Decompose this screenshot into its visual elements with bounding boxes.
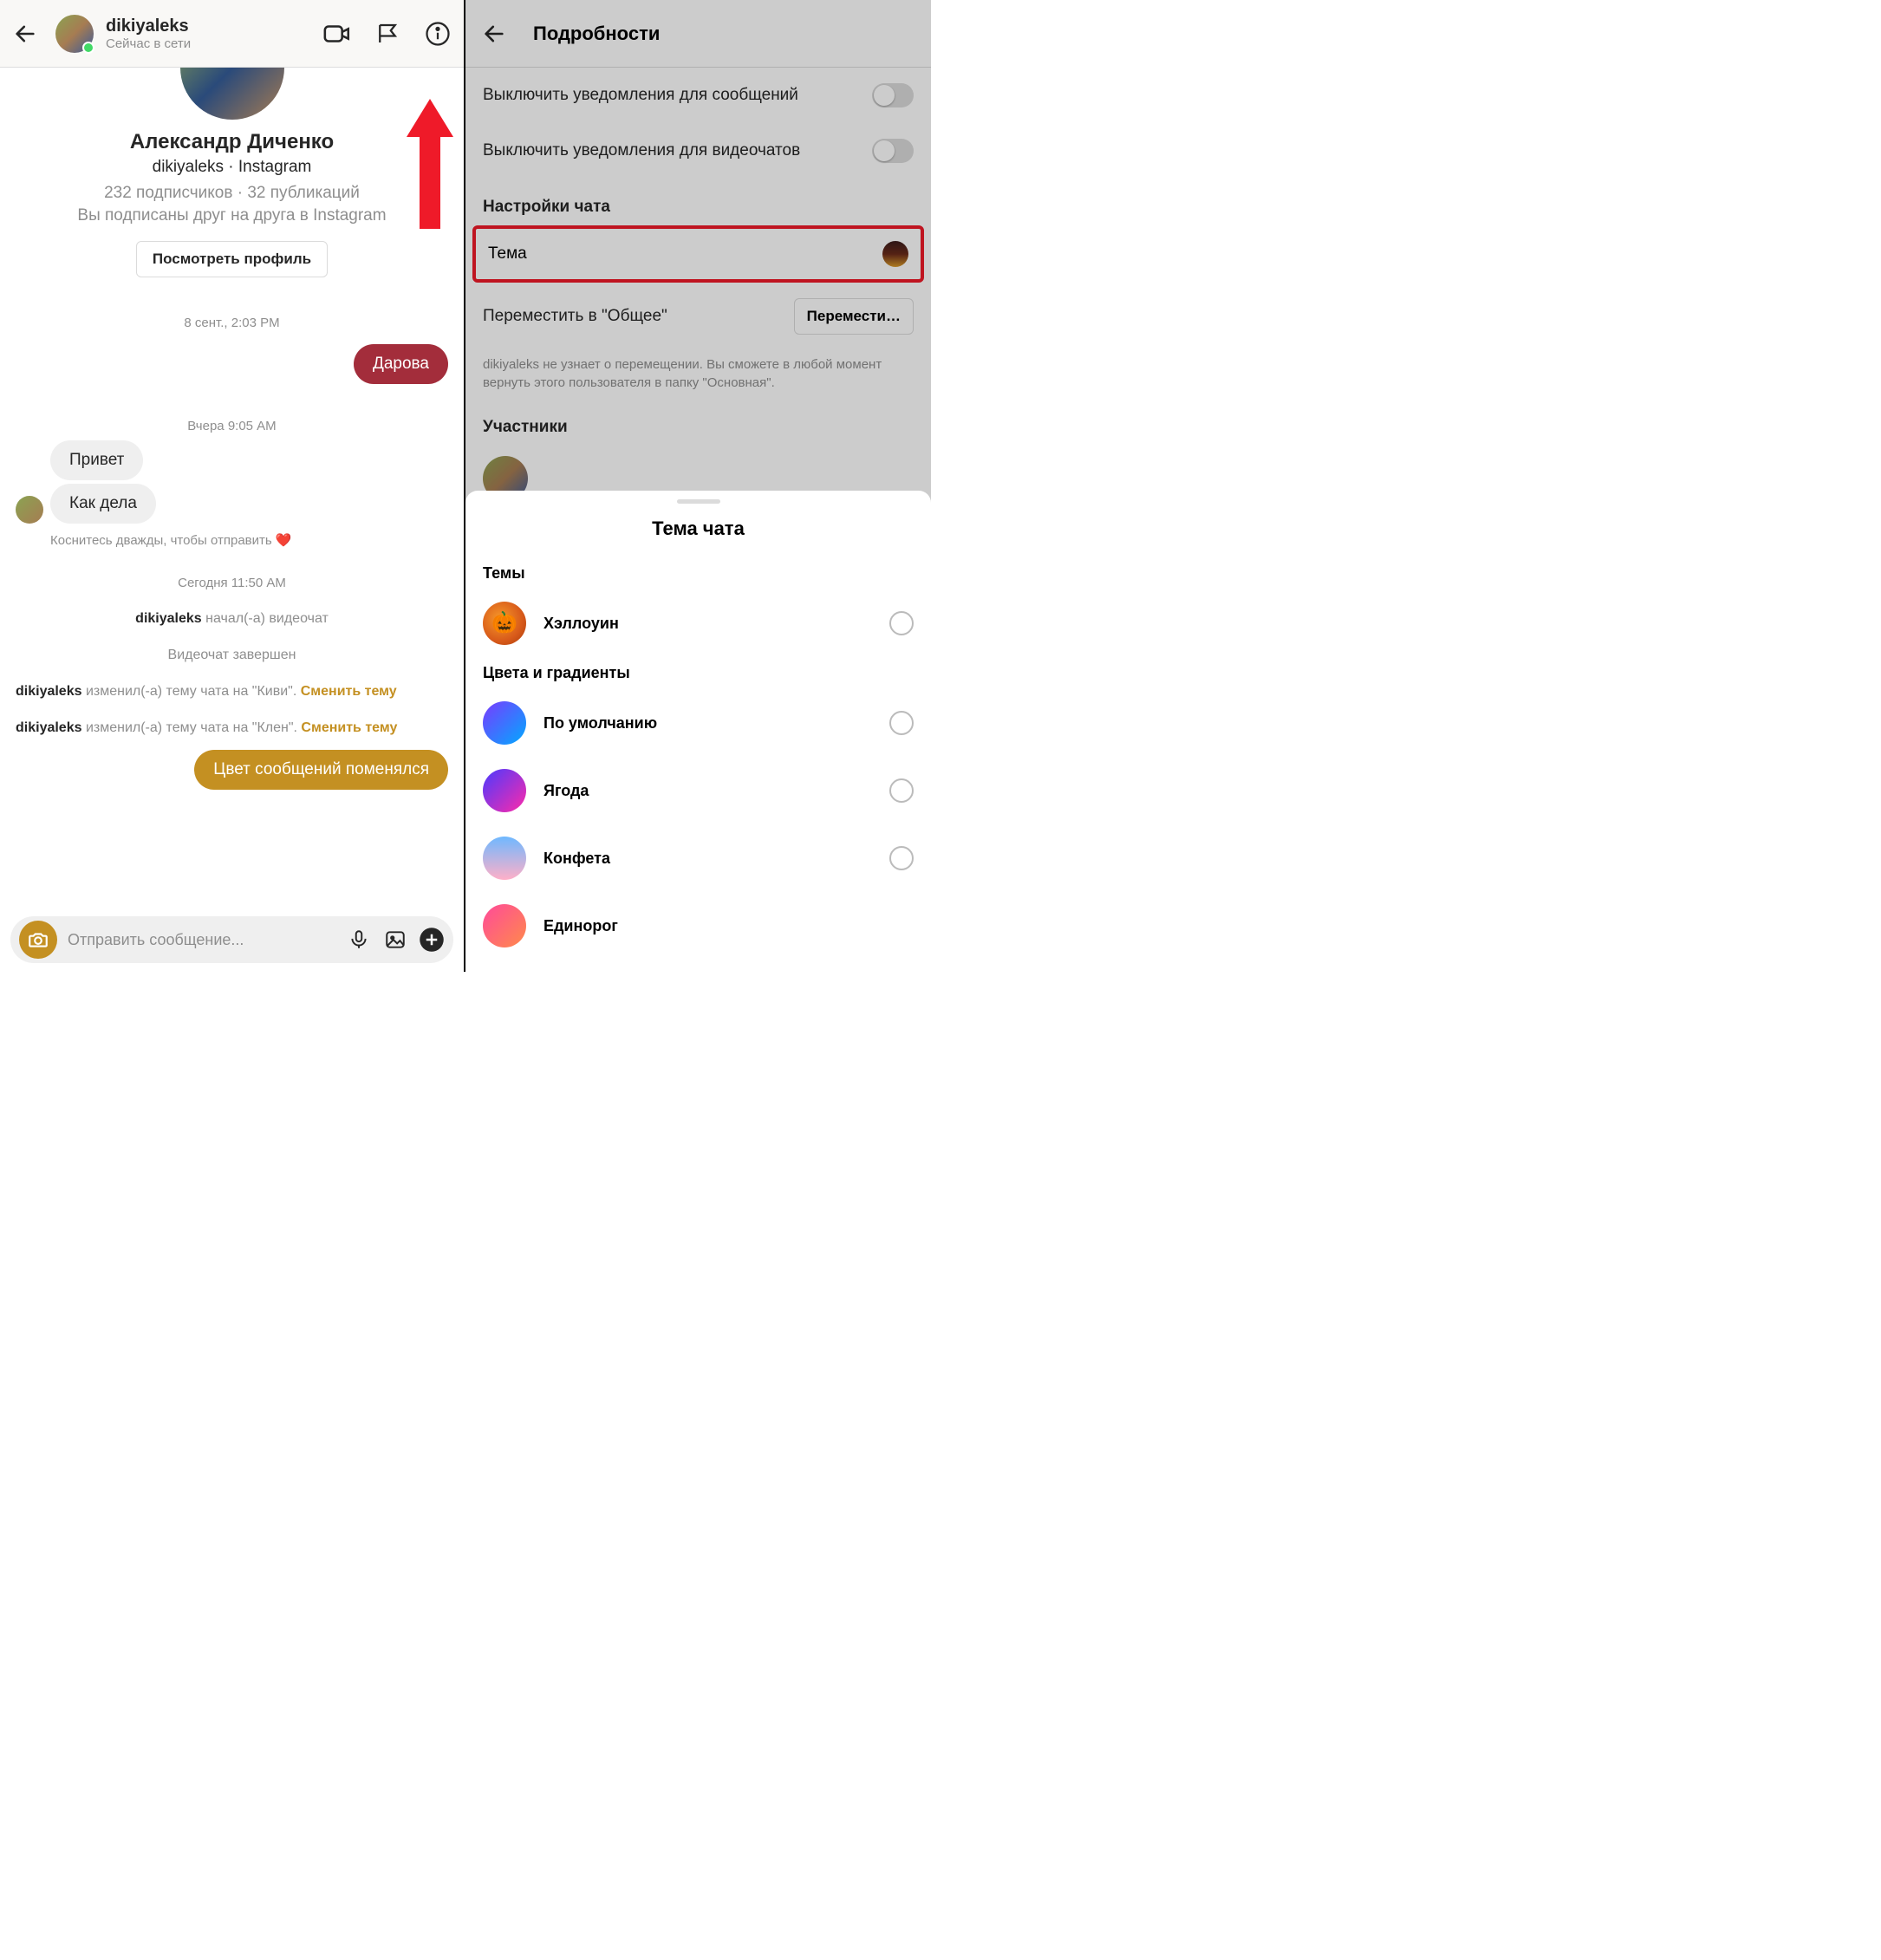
theme-name: Хэллоуин xyxy=(543,615,872,633)
flag-icon[interactable] xyxy=(372,18,403,49)
profile-stats: 232 подписчиков · 32 публикаций xyxy=(17,184,446,203)
theme-swatch xyxy=(483,602,526,645)
theme-name: Единорог xyxy=(543,917,914,935)
chat-status: Сейчас в сети xyxy=(106,36,303,51)
radio-icon xyxy=(889,711,914,735)
composer-pill[interactable]: Отправить сообщение... xyxy=(10,916,453,963)
back-icon[interactable] xyxy=(10,19,40,49)
system-message: dikiyaleks изменил(-а) тему чата на "Кив… xyxy=(0,684,464,700)
theme-item-berry[interactable]: Ягода xyxy=(465,757,931,824)
gallery-icon[interactable] xyxy=(382,927,408,953)
sheet-handle[interactable] xyxy=(677,499,720,504)
reaction-hint: Коснитесь дважды, чтобы отправить ❤️ xyxy=(50,532,464,548)
message-bubble[interactable]: Привет xyxy=(50,440,143,480)
theme-swatch xyxy=(483,769,526,812)
theme-name: По умолчанию xyxy=(543,714,872,733)
profile-preview: Александр Диченко dikiyaleks · Instagram… xyxy=(0,68,464,288)
theme-sheet: Тема чата Темы Хэллоуин Цвета и градиент… xyxy=(465,491,931,972)
message-in-group: Привет Как дела xyxy=(0,440,464,524)
theme-item-candy[interactable]: Конфета xyxy=(465,824,931,892)
composer: Отправить сообщение... xyxy=(0,908,464,972)
change-theme-link[interactable]: Сменить тему xyxy=(301,684,397,699)
video-call-icon[interactable] xyxy=(322,18,353,49)
change-theme-link[interactable]: Сменить тему xyxy=(301,720,397,735)
theme-name: Ягода xyxy=(543,782,872,800)
radio-icon xyxy=(889,611,914,635)
profile-full-name: Александр Диченко xyxy=(17,130,446,154)
system-message: Видеочат завершен xyxy=(0,648,464,663)
message-input[interactable]: Отправить сообщение... xyxy=(68,931,335,949)
theme-item-default[interactable]: По умолчанию xyxy=(465,689,931,757)
chat-screen: dikiyaleks Сейчас в сети Александр Дичен… xyxy=(0,0,465,972)
theme-name: Конфета xyxy=(543,850,872,868)
info-icon[interactable] xyxy=(422,18,453,49)
message-avatar[interactable] xyxy=(16,496,43,524)
message-bubble: Дарова xyxy=(354,344,448,384)
theme-swatch xyxy=(483,904,526,947)
chat-avatar[interactable] xyxy=(55,15,94,53)
sheet-section: Цвета и градиенты xyxy=(465,657,931,689)
message-out[interactable]: Дарова xyxy=(0,337,464,391)
mic-icon[interactable] xyxy=(346,927,372,953)
radio-icon xyxy=(889,846,914,870)
message-bubble: Цвет сообщений поменялся xyxy=(194,750,448,790)
theme-item-unicorn[interactable]: Единорог xyxy=(465,892,931,960)
system-message: dikiyaleks начал(-а) видеочат xyxy=(0,611,464,627)
timestamp: Вчера 9:05 AM xyxy=(0,419,464,433)
plus-icon[interactable] xyxy=(419,927,445,953)
message-bubble[interactable]: Как дела xyxy=(50,484,156,524)
sheet-title: Тема чата xyxy=(465,518,931,540)
camera-button[interactable] xyxy=(19,921,57,959)
mutual-follow: Вы подписаны друг на друга в Instagram xyxy=(17,206,446,225)
profile-avatar[interactable] xyxy=(180,68,284,120)
annotation-arrow xyxy=(407,99,453,229)
theme-swatch xyxy=(483,701,526,745)
profile-handle: dikiyaleks · Instagram xyxy=(17,158,446,177)
view-profile-button[interactable]: Посмотреть профиль xyxy=(136,241,328,277)
timestamp: Сегодня 11:50 AM xyxy=(0,576,464,590)
online-indicator xyxy=(82,42,94,54)
details-screen: Подробности Выключить уведомления для со… xyxy=(465,0,931,972)
theme-swatch xyxy=(483,837,526,880)
chat-body[interactable]: Александр Диченко dikiyaleks · Instagram… xyxy=(0,68,464,908)
radio-icon xyxy=(889,778,914,803)
theme-item-halloween[interactable]: Хэллоуин xyxy=(465,589,931,657)
message-out[interactable]: Цвет сообщений поменялся xyxy=(0,743,464,797)
chat-header: dikiyaleks Сейчас в сети xyxy=(0,0,464,68)
chat-username: dikiyaleks xyxy=(106,16,303,36)
timestamp: 8 сент., 2:03 PM xyxy=(0,316,464,330)
chat-title-block[interactable]: dikiyaleks Сейчас в сети xyxy=(106,16,303,51)
sheet-section: Темы xyxy=(465,557,931,589)
system-message: dikiyaleks изменил(-а) тему чата на "Кле… xyxy=(0,720,464,736)
